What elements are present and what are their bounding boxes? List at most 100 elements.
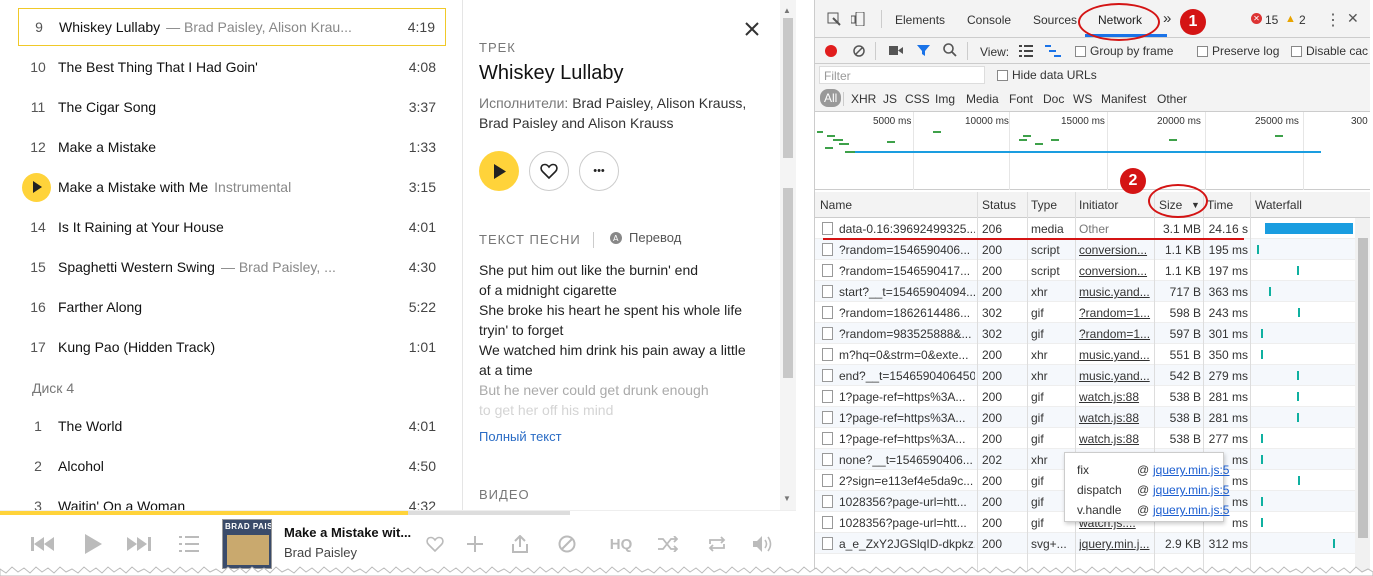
type-filter-img[interactable]: Img <box>935 92 955 106</box>
request-name[interactable]: 1028356?page-url=htt... <box>839 495 975 509</box>
panel-play-button[interactable] <box>479 151 519 191</box>
network-request-row[interactable]: end?__t=1546590406450 200 xhr music.yand...… <box>815 365 1355 386</box>
like-button[interactable] <box>529 151 569 191</box>
progress-bar[interactable] <box>0 511 570 515</box>
request-initiator[interactable]: jquery.min.j... <box>1079 537 1151 551</box>
request-name[interactable]: a_e_ZxY2JGSlqID-dkpkz... <box>839 537 975 551</box>
network-request-row[interactable]: 1?page-ref=https%3A... 200 gif watch.js:88 5… <box>815 428 1355 449</box>
track-title[interactable]: Waitin' On a Woman <box>58 498 185 510</box>
track-title[interactable]: The Cigar Song <box>58 99 156 115</box>
type-filter-all[interactable]: All <box>820 89 842 107</box>
track-row[interactable]: 17 Kung Pao (Hidden Track) 1:01 <box>18 328 446 366</box>
waterfall-view-icon[interactable] <box>1045 45 1061 60</box>
request-name[interactable]: end?__t=1546590406450 <box>839 369 975 383</box>
request-initiator[interactable]: music.yand... <box>1079 348 1151 362</box>
request-name[interactable]: ?random=1862614486... <box>839 306 975 320</box>
network-request-row[interactable]: m?hq=0&strm=0&exte... 200 xhr music.yand...… <box>815 344 1355 365</box>
more-tabs-button[interactable]: » <box>1163 10 1171 27</box>
request-initiator[interactable]: music.yand... <box>1079 369 1151 383</box>
hide-data-urls-checkbox[interactable]: Hide data URLs <box>997 68 1097 82</box>
column-type[interactable]: Type <box>1031 198 1057 212</box>
track-title[interactable]: Make a Mistake <box>58 139 156 155</box>
request-name[interactable]: ?random=1546590406... <box>839 243 975 257</box>
stack-link[interactable]: jquery.min.js:5 <box>1153 463 1229 477</box>
column-initiator[interactable]: Initiator <box>1079 198 1118 212</box>
search-icon[interactable] <box>943 43 957 60</box>
list-view-icon[interactable] <box>1019 45 1033 60</box>
track-row[interactable]: 10 The Best Thing That I Had Goin' 4:08 <box>18 48 446 86</box>
now-playing-title[interactable]: Make a Mistake wit... <box>284 525 411 540</box>
request-initiator[interactable]: ?random=1... <box>1079 306 1151 320</box>
track-row[interactable]: 3 Waitin' On a Woman 4:32 <box>18 487 446 510</box>
track-row[interactable]: 1 The World 4:01 <box>18 407 446 445</box>
track-row[interactable]: 12 Make a Mistake 1:33 <box>18 128 446 166</box>
next-button[interactable] <box>126 531 152 557</box>
network-overview[interactable]: 5000 ms 10000 ms 15000 ms 20000 ms 25000… <box>815 112 1370 190</box>
hq-button[interactable]: HQ <box>604 531 638 557</box>
add-button[interactable] <box>462 531 488 557</box>
scroll-down-icon[interactable]: ▼ <box>783 494 791 503</box>
request-name[interactable]: ?random=1546590417... <box>839 264 975 278</box>
scrollbar-thumb[interactable] <box>1358 238 1368 538</box>
type-filter-xhr[interactable]: XHR <box>851 92 876 106</box>
more-button[interactable]: ••• <box>579 151 619 191</box>
disable-cache-checkbox[interactable]: Disable cac <box>1291 44 1368 58</box>
video-camera-icon[interactable] <box>889 45 903 59</box>
request-name[interactable]: 1?page-ref=https%3A... <box>839 390 975 404</box>
request-initiator[interactable]: conversion... <box>1079 243 1151 257</box>
request-name[interactable]: data-0.16:39692499325... <box>839 222 975 236</box>
track-row[interactable]: 11 The Cigar Song 3:37 <box>18 88 446 126</box>
now-playing-artist[interactable]: Brad Paisley <box>284 545 357 560</box>
device-toolbar-icon[interactable] <box>850 11 865 29</box>
stack-link[interactable]: jquery.min.js:5 <box>1153 483 1229 497</box>
tab-elements[interactable]: Elements <box>895 13 945 27</box>
network-request-row[interactable]: ?random=1546590417... 200 script conversion… <box>815 260 1355 281</box>
stack-link[interactable]: jquery.min.js:5 <box>1153 503 1229 517</box>
request-initiator[interactable]: ?random=1... <box>1079 327 1151 341</box>
network-request-row[interactable]: ?random=1862614486... 302 gif ?random=1... 5… <box>815 302 1355 323</box>
type-filter-doc[interactable]: Doc <box>1043 92 1064 106</box>
request-name[interactable]: ?random=983525888&... <box>839 327 975 341</box>
network-request-row[interactable]: a_e_ZxY2JGSlqID-dkpkz... 200 svg+... jquery… <box>815 533 1355 554</box>
request-initiator[interactable]: music.yand... <box>1079 285 1151 299</box>
filter-icon[interactable] <box>917 44 930 60</box>
type-filter-font[interactable]: Font <box>1009 92 1033 106</box>
play-button[interactable] <box>80 531 106 557</box>
request-initiator[interactable]: watch.js:88 <box>1079 390 1151 404</box>
network-request-row[interactable]: start?__t=15465904094... 200 xhr music.yand… <box>815 281 1355 302</box>
error-count[interactable]: 15 <box>1265 13 1278 27</box>
preserve-log-checkbox[interactable]: Preserve log <box>1197 44 1279 58</box>
track-title[interactable]: Whiskey Lullaby <box>59 19 160 35</box>
scrollbar-thumb[interactable] <box>783 18 793 158</box>
network-request-row[interactable]: data-0.16:39692499325... 206 media Other 3.1… <box>815 218 1355 239</box>
track-title[interactable]: Make a Mistake with Me <box>58 179 208 195</box>
record-icon[interactable] <box>825 45 837 57</box>
request-initiator[interactable]: watch.js:88 <box>1079 411 1151 425</box>
type-filter-media[interactable]: Media <box>966 92 999 106</box>
column-waterfall[interactable]: Waterfall <box>1255 198 1302 212</box>
network-request-row[interactable]: ?random=983525888&... 302 gif ?random=1... 5… <box>815 323 1355 344</box>
column-status[interactable]: Status <box>982 198 1016 212</box>
page-scrollbar[interactable]: ▲ ▼ <box>780 0 796 510</box>
track-title[interactable]: The Best Thing That I Had Goin' <box>58 59 258 75</box>
column-name[interactable]: Name <box>820 198 852 212</box>
queue-button[interactable] <box>176 531 202 557</box>
request-list-scrollbar[interactable] <box>1355 218 1370 576</box>
close-panel-button[interactable] <box>745 22 765 42</box>
volume-button[interactable] <box>750 531 776 557</box>
menu-icon[interactable]: ⋮ <box>1325 10 1341 30</box>
track-row[interactable]: 16 Farther Along 5:22 <box>18 288 446 326</box>
track-row[interactable]: 15 Spaghetti Western Swing — Brad Paisle… <box>18 248 446 286</box>
request-name[interactable]: 1028356?page-url=htt... <box>839 516 975 530</box>
type-filter-css[interactable]: CSS <box>905 92 930 106</box>
track-title[interactable]: The World <box>58 418 122 434</box>
track-title[interactable]: Kung Pao (Hidden Track) <box>58 339 215 355</box>
track-title[interactable]: Is It Raining at Your House <box>58 219 224 235</box>
shuffle-button[interactable] <box>655 531 681 557</box>
track-row-playing[interactable]: Make a Mistake with Me Instrumental 3:15 <box>18 168 446 206</box>
clear-icon[interactable] <box>853 45 865 60</box>
request-name[interactable]: 1?page-ref=https%3A... <box>839 432 975 446</box>
type-filter-manifest[interactable]: Manifest <box>1101 92 1146 106</box>
type-filter-js[interactable]: JS <box>883 92 897 106</box>
request-name[interactable]: m?hq=0&strm=0&exte... <box>839 348 975 362</box>
